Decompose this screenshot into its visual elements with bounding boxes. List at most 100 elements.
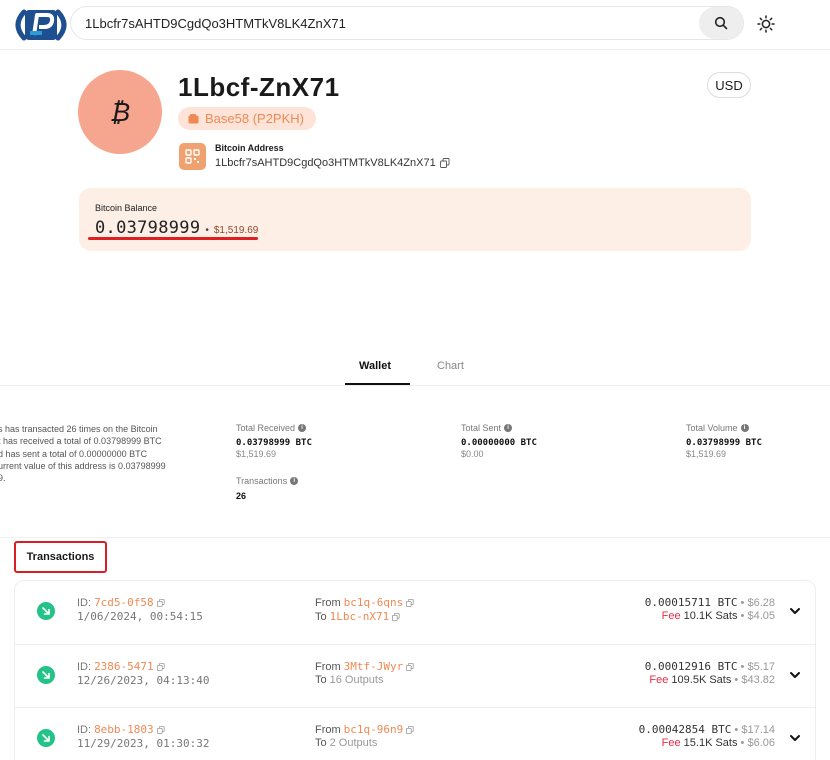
amount-btc: 0.00015711 BTC: [644, 596, 738, 609]
search-input[interactable]: 1Lbcfr7sAHTD9CgdQo3HTMTkV8LK4ZnX71: [85, 16, 346, 31]
from-address-link[interactable]: bc1q-96n9: [344, 723, 404, 736]
tab-wallet[interactable]: Wallet: [359, 360, 391, 372]
to-label: To: [315, 610, 327, 623]
copy-icon[interactable]: [406, 725, 414, 734]
wallet-icon: [188, 113, 199, 123]
qr-code-button[interactable]: [179, 143, 206, 170]
summary-line: urrent value of this address is 0.037989…: [0, 460, 166, 471]
fee-label: Fee: [661, 610, 681, 622]
transaction-time: 12/26/2023, 04:13:40: [77, 674, 210, 687]
transaction-from: From 3Mtf-JWyr: [315, 660, 414, 673]
transaction-to: To 2 Outputs: [315, 737, 377, 749]
info-icon[interactable]: i: [290, 477, 299, 485]
balance-label: Bitcoin Balance: [95, 203, 158, 213]
tab-chart[interactable]: Chart: [437, 360, 464, 372]
site-logo[interactable]: [10, 4, 72, 46]
transaction-id-link[interactable]: 7cd5-0f58: [94, 596, 154, 609]
copy-icon[interactable]: [392, 612, 400, 621]
balance-card: Bitcoin Balance 0.03798999 • $1,519.69: [79, 188, 751, 251]
id-label: ID:: [77, 723, 92, 736]
copy-icon[interactable]: [406, 662, 414, 671]
balance-value: 0.03798999 • $1,519.69: [95, 218, 258, 238]
stat-value-btc: 0.03798999 BTC: [236, 438, 312, 448]
summary-line: 9.: [0, 473, 6, 484]
top-bar: 1Lbcfr7sAHTD9CgdQo3HTMTkV8LK4ZnX71: [0, 0, 830, 50]
fee-usd: $6.06: [747, 737, 775, 749]
amount-usd: $5.17: [747, 661, 775, 673]
stat-value-btc: 0.00000000 BTC: [461, 438, 537, 448]
stat-label: Total Sent: [461, 423, 502, 433]
sun-icon: [757, 15, 775, 33]
transaction-amount: 0.00012916 BTC • $5.17: [644, 660, 775, 673]
to-outputs: 16 Outputs: [329, 674, 384, 686]
info-icon[interactable]: i: [740, 424, 749, 432]
address-type-label: Base58 (P2PKH): [205, 111, 304, 126]
transaction-id-link[interactable]: 8ebb-1803: [94, 723, 154, 736]
address-text: 1Lbcfr7sAHTD9CgdQo3HTMTkV8LK4ZnX71: [215, 157, 436, 169]
address-type-badge: Base58 (P2PKH): [178, 107, 316, 130]
active-tab-indicator: [345, 383, 410, 385]
amount-usd: $6.28: [747, 597, 775, 609]
chevron-down-icon[interactable]: [787, 730, 803, 746]
stat-total-received: Total Received i 0.03798999 BTC $1,519.69: [236, 423, 312, 459]
transaction-from: From bc1q-6qns: [315, 596, 414, 609]
transaction-id: ID: 8ebb-1803: [77, 723, 165, 736]
to-address-link[interactable]: 1Lbc-nX71: [330, 610, 390, 623]
stat-value-usd: $0.00: [461, 449, 484, 459]
incoming-arrow-icon: [37, 729, 55, 747]
chevron-down-icon[interactable]: [787, 603, 803, 619]
transaction-fee: Fee 15.1K Sats • $6.06: [661, 737, 775, 749]
transaction-id-link[interactable]: 2386-5471: [94, 660, 154, 673]
from-label: From: [315, 723, 341, 736]
from-address-link[interactable]: 3Mtf-JWyr: [344, 660, 404, 673]
incoming-arrow-icon: [37, 602, 55, 620]
fee-usd: $43.82: [741, 674, 775, 686]
balance-highlight-underline: [88, 237, 258, 240]
copy-icon[interactable]: [156, 725, 165, 734]
stat-label: Total Volume: [686, 423, 738, 433]
copy-icon[interactable]: [156, 598, 165, 607]
copy-icon[interactable]: [156, 662, 165, 671]
amount-usd: $17.14: [741, 724, 775, 736]
copy-icon[interactable]: [439, 158, 450, 168]
fee-sats: 15.1K Sats: [683, 737, 738, 749]
balance-btc: 0.03798999: [95, 218, 201, 238]
search-button[interactable]: [699, 7, 743, 39]
tab-bar: Wallet Chart: [0, 356, 830, 386]
transaction-time: 11/29/2023, 01:30:32: [77, 737, 210, 750]
transaction-row[interactable]: ID: 7cd5-0f58 1/06/2024, 00:54:15 From b…: [15, 581, 815, 644]
transaction-id: ID: 2386-5471: [77, 660, 165, 673]
from-address-link[interactable]: bc1q-6qns: [344, 596, 404, 609]
info-icon[interactable]: i: [504, 424, 513, 432]
summary-line: t has received a total of 0.03798999 BTC: [0, 436, 162, 447]
to-label: To: [315, 674, 327, 686]
id-label: ID:: [77, 596, 92, 609]
id-label: ID:: [77, 660, 92, 673]
currency-selector[interactable]: USD: [707, 72, 751, 98]
stat-transactions: Transactions i 26: [236, 476, 299, 501]
address-title: 1Lbcf-ZnX71: [178, 72, 340, 102]
chevron-down-icon[interactable]: [787, 667, 803, 683]
theme-toggle-button[interactable]: [752, 10, 780, 38]
incoming-arrow-icon: [37, 666, 55, 684]
stat-label: Total Received: [236, 423, 296, 433]
stat-total-sent: Total Sent i 0.00000000 BTC $0.00: [461, 423, 537, 459]
balance-separator: •: [205, 225, 209, 236]
search-bar[interactable]: 1Lbcfr7sAHTD9CgdQo3HTMTkV8LK4ZnX71: [70, 6, 744, 40]
fee-label: Fee: [661, 737, 681, 749]
transaction-row[interactable]: ID: 8ebb-1803 11/29/2023, 01:30:32 From …: [15, 707, 815, 760]
info-icon[interactable]: i: [298, 424, 307, 432]
transaction-time: 1/06/2024, 00:54:15: [77, 610, 203, 623]
amount-btc: 0.00012916 BTC: [644, 660, 738, 673]
fee-usd: $4.05: [747, 610, 775, 622]
fee-sats: 10.1K Sats: [683, 610, 738, 622]
fee-label: Fee: [649, 674, 669, 686]
transaction-row[interactable]: ID: 2386-5471 12/26/2023, 04:13:40 From …: [15, 644, 815, 707]
transaction-fee: Fee 10.1K Sats • $4.05: [661, 610, 775, 622]
transaction-to: To 1Lbc-nX71: [315, 610, 400, 623]
stat-label: Transactions: [236, 476, 288, 486]
search-icon: [714, 16, 728, 30]
transaction-from: From bc1q-96n9: [315, 723, 414, 736]
copy-icon[interactable]: [406, 598, 414, 607]
transactions-heading: Transactions: [14, 541, 107, 573]
